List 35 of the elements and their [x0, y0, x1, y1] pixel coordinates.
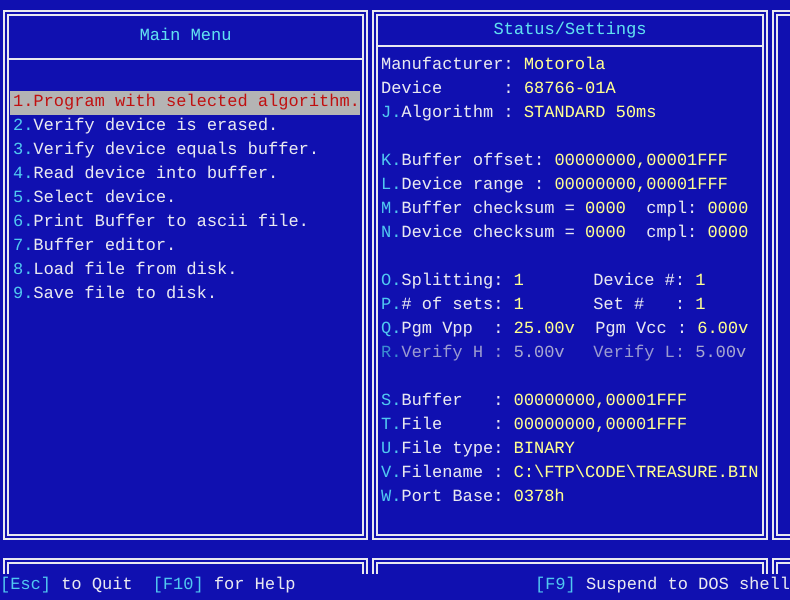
- setting-item[interactable]: M.Buffer checksum = 0000: [379, 198, 626, 222]
- setting-item[interactable]: T.File : 00000000,00001FFF: [379, 414, 688, 438]
- setting-item[interactable]: N.Device checksum = 0000: [379, 222, 626, 246]
- menu-item[interactable]: 6.Print Buffer to ascii file.: [10, 211, 309, 235]
- setting-item[interactable]: J.Algorithm : STANDARD 50ms: [379, 102, 656, 126]
- setting-item: cmpl: 0000: [646, 223, 748, 245]
- setting-item: Pgm Vcc : 6.00v: [595, 319, 748, 341]
- setting-item[interactable]: W.Port Base: 0378h: [379, 486, 565, 510]
- setting-item: cmpl: 0000: [646, 199, 748, 221]
- shortcut-hint: [F9] Suspend to DOS shell: [534, 575, 790, 597]
- panel-title: Main Menu: [140, 26, 232, 48]
- setting-item: Device : 68766-01A: [380, 79, 616, 101]
- setting-item[interactable]: V.Filename : C:\FTP\CODE\TREASURE.BIN: [379, 462, 758, 486]
- menu-item[interactable]: 9.Save file to disk.: [10, 283, 218, 307]
- setting-item[interactable]: U.File type: BINARY: [379, 438, 575, 462]
- menu-item[interactable]: 8.Load file from disk.: [10, 259, 238, 283]
- menu-item[interactable]: 5.Select device.: [10, 187, 176, 211]
- setting-item: Device #: 1: [593, 271, 706, 293]
- shortcut-hint: [Esc] to Quit: [0, 575, 133, 597]
- bottom-panel: [772, 558, 790, 574]
- panel-title: Status/Settings: [493, 20, 647, 42]
- shortcut-hint: [F10] for Help: [152, 575, 296, 597]
- menu-item[interactable]: 7.Buffer editor.: [10, 235, 176, 259]
- menu-item[interactable]: 2.Verify device is erased.: [10, 115, 278, 139]
- setting-item: Verify L: 5.00v: [593, 343, 746, 365]
- setting-item[interactable]: K.Buffer offset: 00000000,00001FFF: [379, 150, 728, 174]
- setting-item[interactable]: L.Device range : 00000000,00001FFF: [379, 174, 728, 198]
- setting-item: Set # : 1: [593, 295, 706, 317]
- setting-item[interactable]: Q.Pgm Vpp : 25.00v: [379, 318, 575, 342]
- menu-item[interactable]: 3.Verify device equals buffer.: [10, 139, 320, 163]
- menu-item[interactable]: 4.Read device into buffer.: [10, 163, 278, 187]
- setting-item[interactable]: O.Splitting: 1: [379, 270, 573, 294]
- setting-item: Manufacturer: Motorola: [380, 55, 606, 77]
- setting-item[interactable]: P.# of sets: 1: [379, 294, 573, 318]
- setting-item[interactable]: S.Buffer : 00000000,00001FFF: [379, 390, 688, 414]
